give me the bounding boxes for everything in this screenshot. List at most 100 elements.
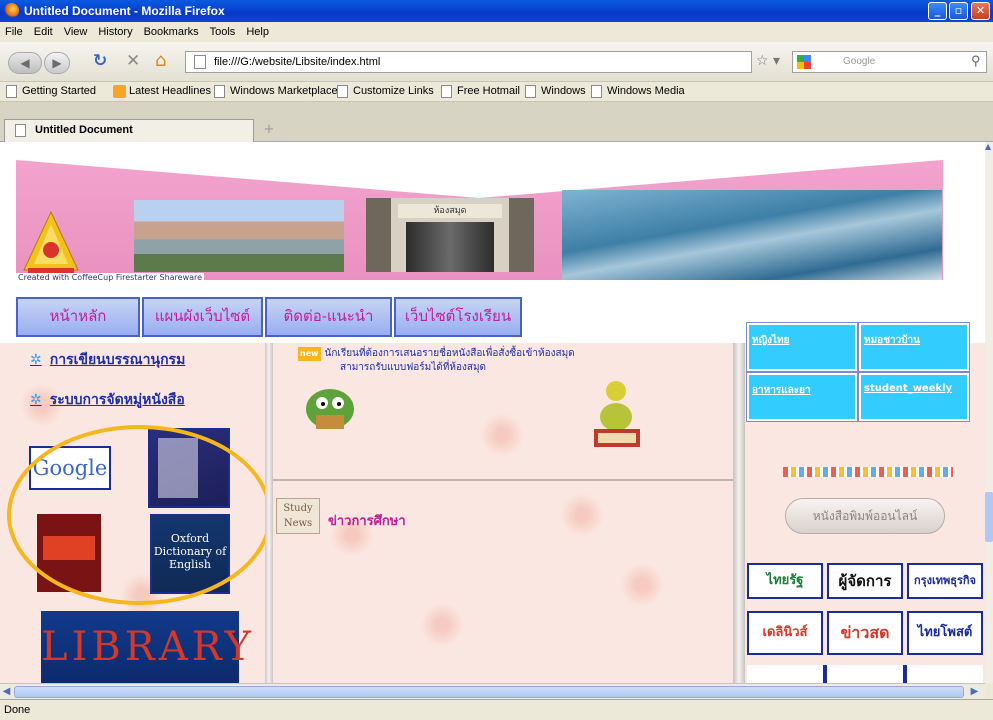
navigation-toolbar: ◀ ▶ ↻ ✕ ⌂ file:///G:/website/Libsite/ind… <box>0 42 993 82</box>
scroll-left-icon[interactable]: ◀ <box>0 685 13 699</box>
library-banner-image[interactable]: LIBRARY <box>41 611 251 683</box>
bookmark-label: Windows Marketplace <box>230 85 338 97</box>
magazine-student-weekly[interactable]: student_weekly <box>858 372 970 422</box>
search-magnifier-icon[interactable]: ⚲ <box>971 53 981 69</box>
section-separator <box>273 479 733 481</box>
new-badge-icon: new <box>298 347 321 361</box>
back-button[interactable]: ◀ <box>8 52 42 74</box>
school-building-photo <box>134 200 344 272</box>
scroll-right-icon[interactable]: ▶ <box>968 685 981 699</box>
study-news-icon: Study News <box>276 498 320 534</box>
newspaper-bangkok-biz-link[interactable]: กรุงเทพธุรกิจ <box>907 563 983 599</box>
menu-bookmarks[interactable]: Bookmarks <box>139 22 205 38</box>
forward-button[interactable]: ▶ <box>44 52 70 74</box>
newspaper-row-partial <box>747 665 983 683</box>
bookmark-star-icon[interactable]: ☆ ▾ <box>756 53 780 69</box>
bookmark-windows-marketplace[interactable]: Windows Marketplace <box>214 85 338 98</box>
library-door <box>406 222 494 272</box>
page-icon <box>15 124 26 137</box>
menu-help[interactable]: Help <box>241 22 275 38</box>
close-button[interactable]: ✕ <box>971 2 990 20</box>
education-news-heading[interactable]: ข่าวการศึกษา <box>328 510 406 531</box>
bookworm-cartoon-icon <box>298 377 362 437</box>
bookmark-label: Windows Media <box>607 85 685 97</box>
link-label: ระบบการจัดหมู่หนังสือ <box>49 392 185 408</box>
nav-school-website[interactable]: เว็บไซต์โรงเรียน <box>394 297 522 337</box>
school-emblem-icon <box>20 210 82 276</box>
bookmark-free-hotmail[interactable]: Free Hotmail <box>441 85 520 98</box>
newspaper-thaipost-link[interactable]: ไทยโพสต์ <box>907 611 983 655</box>
library-sign: ห้องสมุด <box>398 204 502 218</box>
horizontal-scrollbar[interactable]: ◀ ▶ <box>0 683 985 699</box>
menu-file[interactable]: File <box>0 22 29 38</box>
page-icon <box>337 85 348 98</box>
newspaper-dailynews-link[interactable]: เดลินิวส์ <box>747 611 823 655</box>
home-icon[interactable]: ⌂ <box>155 50 166 71</box>
rss-icon <box>113 85 126 98</box>
search-input[interactable]: Google ⚲ <box>792 51 987 73</box>
scroll-up-icon[interactable]: ▲ <box>985 142 993 156</box>
reading-worm-cartoon-icon <box>588 377 646 453</box>
bookmark-windows-media[interactable]: Windows Media <box>591 85 685 98</box>
notice-text-2: สามารถรับแบบฟอร์มได้ที่ห้องสมุด <box>340 362 487 373</box>
web-page: ห้องสมุด Created with CoffeeCup Firestar… <box>0 142 985 683</box>
reload-icon[interactable]: ↻ <box>93 51 107 71</box>
page-icon <box>441 85 452 98</box>
menu-history[interactable]: History <box>93 22 138 38</box>
magazine-mor-chao-ban[interactable]: หมอชาวบ้าน <box>858 322 970 372</box>
nav-home[interactable]: หน้าหลัก <box>16 297 140 337</box>
vertical-scroll-thumb[interactable] <box>985 492 993 542</box>
page-icon <box>214 85 225 98</box>
tab-title: Untitled Document <box>35 124 133 136</box>
newspaper-khaosod-link[interactable]: ข่าวสด <box>827 611 903 655</box>
magazine-food-and-drug[interactable]: อาหารและยา <box>746 372 858 422</box>
asterisk-icon: ✲ <box>30 392 42 408</box>
firefox-logo-icon <box>4 3 19 18</box>
google-engine-icon <box>797 55 811 69</box>
horizontal-scroll-thumb[interactable] <box>14 686 964 698</box>
bookmark-getting-started[interactable]: Getting Started <box>6 85 96 98</box>
stop-icon[interactable]: ✕ <box>126 51 140 71</box>
link-book-classification[interactable]: ✲ ระบบการจัดหมู่หนังสือ <box>30 389 185 411</box>
minimize-button[interactable]: _ <box>928 2 947 20</box>
link-bibliography[interactable]: ✲ การเขียนบรรณานุกรม <box>30 349 185 371</box>
bookmark-customize-links[interactable]: Customize Links <box>337 85 434 98</box>
menu-edit[interactable]: Edit <box>29 22 59 38</box>
url-bar[interactable]: file:///G:/website/Libsite/index.html <box>185 51 752 73</box>
online-newspaper-banner[interactable]: หนังสือพิมพ์ออนไลน์ <box>785 498 945 534</box>
title-bar: Untitled Document - Mozilla Firefox _ ▫ … <box>0 0 993 22</box>
magazine-ying-thai[interactable]: หญิงไทย <box>746 322 858 372</box>
maximize-button[interactable]: ▫ <box>949 2 968 20</box>
bookmark-windows[interactable]: Windows <box>525 85 586 98</box>
status-text: Done <box>4 704 31 716</box>
highlight-circle <box>7 425 272 605</box>
tab-untitled-document[interactable]: Untitled Document <box>4 119 254 142</box>
asterisk-icon: ✲ <box>30 352 42 368</box>
menu-tools[interactable]: Tools <box>205 22 242 38</box>
nav-sitemap[interactable]: แผนผังเว็บไซต์ <box>142 297 263 337</box>
flower-pattern <box>560 493 604 537</box>
new-tab-button[interactable]: + <box>257 122 281 140</box>
bookmark-label: Windows <box>541 85 586 97</box>
vertical-scrollbar[interactable]: ▲ <box>985 142 993 683</box>
flower-pattern <box>420 603 464 647</box>
status-bar: Done <box>0 699 993 720</box>
bookmark-label: Latest Headlines <box>129 85 211 97</box>
content-area: ✲ การเขียนบรรณานุกรม ✲ ระบบการจัดหมู่หนังส… <box>0 322 985 683</box>
menu-view[interactable]: View <box>59 22 94 38</box>
decorative-dots-divider <box>783 467 953 477</box>
notice-block: new นักเรียนที่ต้องการเสนอรายชื่อหนังสือเ… <box>298 347 575 375</box>
page-icon <box>194 55 206 69</box>
nav-contact[interactable]: ติดต่อ-แนะนำ <box>265 297 392 337</box>
newspaper-thairath-link[interactable]: ไทยรัฐ <box>747 563 823 599</box>
bookmark-label: Free Hotmail <box>457 85 520 97</box>
url-text: file:///G:/website/Libsite/index.html <box>214 56 381 68</box>
menu-bar: File Edit View History Bookmarks Tools Help <box>0 22 993 42</box>
right-column: หญิงไทย หมอชาวบ้าน อาหารและยา student_we… <box>745 322 985 683</box>
flower-pattern <box>480 413 524 457</box>
flower-pattern <box>620 563 664 607</box>
newspaper-manager-link[interactable]: ผู้จัดการ <box>827 563 903 599</box>
tab-strip: Untitled Document + <box>0 102 993 142</box>
bookmark-latest-headlines[interactable]: Latest Headlines <box>113 85 211 98</box>
link-label: การเขียนบรรณานุกรม <box>49 352 186 368</box>
